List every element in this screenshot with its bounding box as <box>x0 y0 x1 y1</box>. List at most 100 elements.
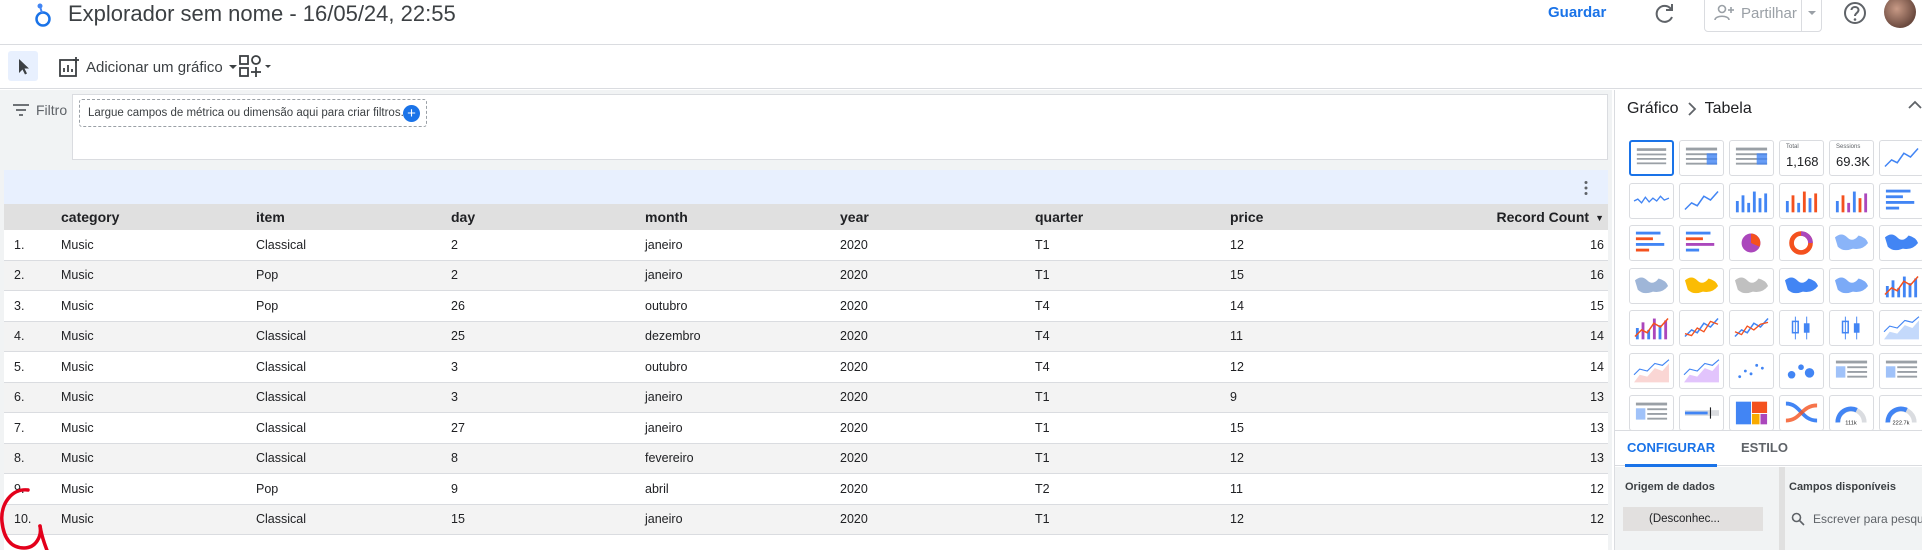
combo-column-line-icon[interactable] <box>1879 267 1922 304</box>
help-icon[interactable] <box>1842 0 1868 26</box>
pie-chart-icon[interactable] <box>1729 225 1774 261</box>
gauge-icon[interactable]: 111k <box>1829 395 1874 431</box>
scorecard-compact-icon[interactable]: Sessions 69.3K <box>1829 140 1874 176</box>
column-header-record-count[interactable]: Record Count ▼ <box>1425 209 1604 225</box>
filled-map-icon[interactable] <box>1629 267 1674 304</box>
refresh-icon[interactable] <box>1650 0 1680 28</box>
donut-chart-icon[interactable] <box>1779 225 1824 261</box>
column-header-price[interactable]: price <box>1230 209 1425 225</box>
stacked-area-icon[interactable] <box>1629 352 1674 389</box>
add-filter-icon[interactable]: + <box>403 105 420 122</box>
scatter-chart-icon[interactable] <box>1729 352 1774 389</box>
cell-day: 26 <box>451 298 465 313</box>
stacked-column-icon[interactable] <box>1829 182 1874 219</box>
area-chart-icon[interactable] <box>1879 310 1922 346</box>
bubble-map-icon[interactable] <box>1779 267 1824 304</box>
candlestick-filled-icon[interactable] <box>1829 310 1874 346</box>
time-series-icon[interactable] <box>1879 140 1922 176</box>
pivot-table-icon[interactable] <box>1829 352 1874 389</box>
column-chart-icon[interactable] <box>1729 182 1774 219</box>
table-row[interactable]: 9. Music Pop 9 abril 2020 T2 11 12 <box>4 474 1608 505</box>
line-map-icon[interactable] <box>1679 267 1724 304</box>
thumbnail-graphic: 111k <box>1835 406 1867 426</box>
google-maps-icon[interactable] <box>1879 225 1922 261</box>
cell-category: Music <box>61 451 94 466</box>
bubble-chart-icon[interactable] <box>1779 352 1824 389</box>
cell-year: 2020 <box>840 420 868 435</box>
more-options-icon[interactable] <box>1582 180 1590 196</box>
sparkline-icon[interactable] <box>1629 182 1674 219</box>
table-icon[interactable] <box>1629 140 1674 176</box>
cell-price: 11 <box>1230 481 1243 496</box>
table-row[interactable]: 1. Music Classical 2 janeiro 2020 T1 12 16 <box>4 230 1608 261</box>
cell-quarter: T1 <box>1035 237 1050 252</box>
avatar[interactable] <box>1884 0 1916 28</box>
table-row[interactable]: 8. Music Classical 8 fevereiro 2020 T1 12 13 <box>4 443 1608 474</box>
breadcrumb-root[interactable]: Gráfico <box>1627 100 1679 118</box>
column-header-month[interactable]: month <box>645 209 840 225</box>
filter-drop-zone[interactable]: Largue campos de métrica ou dimensão aqu… <box>79 99 427 127</box>
grouped-column-icon[interactable] <box>1779 182 1824 219</box>
grouped-bar-icon[interactable] <box>1629 225 1674 261</box>
geo-chart-icon[interactable] <box>1829 225 1874 261</box>
select-tool-button[interactable] <box>8 51 38 81</box>
share-button[interactable]: Partilhar <box>1704 0 1822 32</box>
thumbnail-graphic <box>1633 194 1670 204</box>
cell-category: Music <box>61 298 94 313</box>
column-header-category[interactable]: category <box>61 209 256 225</box>
heatmap-map-icon[interactable] <box>1729 267 1774 304</box>
world-map-icon[interactable] <box>1829 267 1874 304</box>
cell-day: 25 <box>451 329 465 344</box>
treemap-icon[interactable] <box>1729 395 1774 431</box>
looker-studio-logo-icon <box>35 3 51 27</box>
data-source-selector[interactable]: (Desconhec... <box>1623 507 1763 531</box>
table-row[interactable]: 5. Music Classical 3 outubro 2020 T4 12 14 <box>4 352 1608 383</box>
tab-estilo[interactable]: ESTILO <box>1741 431 1788 467</box>
smooth-line-chart-icon[interactable] <box>1729 310 1774 346</box>
gauge-range-icon[interactable]: 222.7k <box>1879 395 1922 431</box>
table-row[interactable]: 4. Music Classical 25 dezembro 2020 T4 11 14 <box>4 321 1608 352</box>
line-chart-icon[interactable] <box>1679 310 1724 346</box>
share-options-dropdown[interactable] <box>1801 0 1821 31</box>
data-table[interactable]: category item day month year quarter pri… <box>4 166 1608 550</box>
table-bars-icon[interactable] <box>1679 140 1724 176</box>
cell-item: Classical <box>256 237 307 252</box>
cell-category: Music <box>61 390 94 405</box>
thumbnail-graphic <box>1636 148 1667 165</box>
report-title[interactable]: Explorador sem nome - 16/05/24, 22:55 <box>68 0 456 28</box>
cell-quarter: T4 <box>1035 298 1050 313</box>
save-button[interactable]: Guardar <box>1548 1 1606 25</box>
table-row[interactable]: 10. Music Classical 15 janeiro 2020 T1 12 12 <box>4 504 1608 535</box>
collapse-panel-icon[interactable] <box>1908 98 1922 112</box>
cell-category: Music <box>61 329 94 344</box>
bullet-chart-icon[interactable] <box>1679 395 1724 431</box>
thumbnail-graphic <box>1635 231 1665 252</box>
table-row[interactable]: 7. Music Classical 27 janeiro 2020 T1 15 13 <box>4 413 1608 444</box>
table-row[interactable]: 3. Music Pop 26 outubro 2020 T4 14 15 <box>4 291 1608 322</box>
candlestick-icon[interactable] <box>1779 310 1824 346</box>
cell-record-count: 16 <box>1590 268 1604 283</box>
breadcrumb: Gráfico Tabela <box>1627 100 1752 118</box>
sankey-icon[interactable] <box>1779 395 1824 431</box>
column-header-year[interactable]: year <box>840 209 1035 225</box>
add-control-icon[interactable] <box>238 53 274 81</box>
combo-stacked-line-icon[interactable] <box>1629 310 1674 346</box>
filter-toggle[interactable]: Filtro <box>12 102 67 118</box>
column-header-item[interactable]: item <box>256 209 451 225</box>
add-chart-button[interactable]: Adicionar um gráfico <box>58 53 239 81</box>
column-header-quarter[interactable]: quarter <box>1035 209 1230 225</box>
percent-area-icon[interactable] <box>1679 352 1724 389</box>
pivot-table-heatmap-icon[interactable] <box>1629 395 1674 431</box>
bar-chart-icon[interactable] <box>1879 182 1922 219</box>
stacked-bar-icon[interactable] <box>1679 225 1724 261</box>
fields-search-input[interactable]: Escrever para pesqu <box>1791 507 1922 531</box>
scorecard-icon[interactable]: Total 1,168 <box>1779 140 1824 176</box>
cell-category: Music <box>61 237 94 252</box>
pivot-table-bars-icon[interactable] <box>1879 352 1922 389</box>
tab-configurar[interactable]: CONFIGURAR <box>1625 431 1718 467</box>
table-row[interactable]: 2. Music Pop 2 janeiro 2020 T1 15 16 <box>4 260 1608 291</box>
table-heatmap-icon[interactable] <box>1729 140 1774 176</box>
smoothed-line-icon[interactable] <box>1679 182 1724 219</box>
table-row[interactable]: 6. Music Classical 3 janeiro 2020 T1 9 13 <box>4 382 1608 413</box>
column-header-day[interactable]: day <box>451 209 645 225</box>
